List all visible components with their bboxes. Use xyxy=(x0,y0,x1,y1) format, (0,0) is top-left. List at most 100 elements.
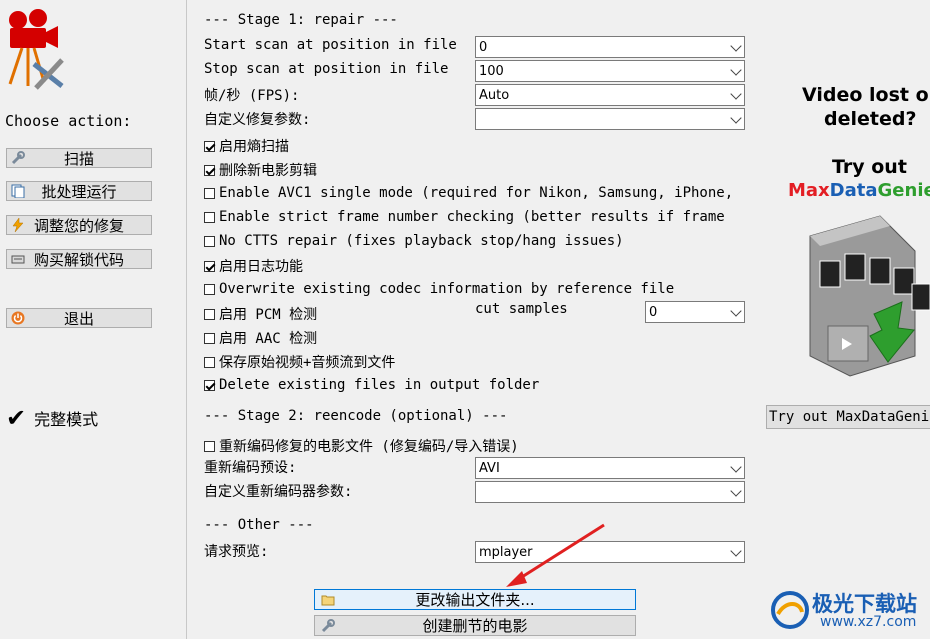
custom-repair-params-label: 自定义修复参数: xyxy=(204,112,311,128)
option-delete-new-clips[interactable]: 删除新电影剪辑 xyxy=(204,160,317,180)
cut-samples-select[interactable]: 0 xyxy=(645,301,745,323)
wrench-icon xyxy=(11,151,25,165)
change-output-folder-label: 更改输出文件夹... xyxy=(415,591,535,609)
power-icon xyxy=(11,311,25,325)
fps-label: 帧/秒 (FPS): xyxy=(204,88,300,104)
create-cut-movie-label: 创建删节的电影 xyxy=(422,617,528,635)
checkbox-icon[interactable] xyxy=(204,211,215,223)
option-overwrite-codec-info[interactable]: Overwrite existing codec information by … xyxy=(204,281,674,297)
chevron-down-icon xyxy=(730,64,742,76)
watermark-url: www.xz7.com xyxy=(820,614,917,630)
option-label: 启用 PCM 检测 xyxy=(219,307,318,323)
stop-scan-select[interactable]: 100 xyxy=(475,60,745,82)
try-maxdatagenie-label: Try out MaxDataGenie xyxy=(769,409,930,425)
site-watermark: 极光下载站 www.xz7.com xyxy=(766,586,930,636)
option-pcm-detection[interactable]: 启用 PCM 检测 xyxy=(204,304,317,324)
chevron-down-icon xyxy=(730,545,742,557)
ad-try-out: Try out xyxy=(832,156,907,178)
custom-reencoder-params-select[interactable] xyxy=(475,481,745,503)
stop-scan-label: Stop scan at position in file xyxy=(204,61,449,77)
checkmark-icon: ✔ xyxy=(6,404,27,432)
scan-button-label: 扫描 xyxy=(63,149,94,168)
option-label: 启用 AAC 检测 xyxy=(219,331,318,347)
camera-tools-logo-icon xyxy=(8,9,64,90)
option-label: 启用熵扫描 xyxy=(219,139,289,155)
try-maxdatagenie-button[interactable]: Try out MaxDataGenie xyxy=(766,405,930,429)
stop-scan-value: 100 xyxy=(479,63,504,79)
change-output-folder-button[interactable]: 更改输出文件夹... xyxy=(314,589,636,610)
option-label: No CTTS repair (fixes playback stop/hang… xyxy=(219,233,624,249)
preview-label: 请求预览: xyxy=(204,544,269,560)
create-cut-movie-button[interactable]: 创建删节的电影 xyxy=(314,615,636,636)
reencode-preset-select[interactable]: AVI xyxy=(475,457,745,479)
fps-select[interactable]: Auto xyxy=(475,84,745,106)
option-label: 重新编码修复的电影文件 (修复编码/导入错误) xyxy=(219,439,519,455)
option-aac-detection[interactable]: 启用 AAC 检测 xyxy=(204,328,317,348)
option-entropy-scan[interactable]: 启用熵扫描 xyxy=(204,136,289,156)
option-label: 保存原始视频+音频流到文件 xyxy=(219,355,396,371)
checkbox-icon[interactable] xyxy=(204,260,215,272)
checkbox-icon[interactable] xyxy=(204,140,215,152)
chevron-down-icon xyxy=(730,485,742,497)
option-label: 删除新电影剪辑 xyxy=(219,163,317,179)
option-no-ctts-repair[interactable]: No CTTS repair (fixes playback stop/hang… xyxy=(204,233,624,249)
checkbox-icon[interactable] xyxy=(204,308,215,320)
option-label: Enable strict frame number checking (bet… xyxy=(219,209,725,225)
batch-run-button[interactable]: 批处理运行 xyxy=(6,181,152,201)
chevron-down-icon xyxy=(730,461,742,473)
checkbox-icon[interactable] xyxy=(204,356,215,368)
buy-unlock-code-button-label: 购买解锁代码 xyxy=(33,250,124,269)
documents-icon xyxy=(11,184,25,198)
ad-headline-line1: Video lost or xyxy=(802,84,930,106)
full-mode-indicator[interactable]: ✔ 完整模式 xyxy=(6,406,98,430)
custom-reencoder-params-label: 自定义重新编码器参数: xyxy=(204,484,353,500)
cut-samples-label: cut samples xyxy=(475,301,568,317)
option-label: Delete existing files in output folder xyxy=(219,377,540,393)
wrench-icon xyxy=(321,619,335,633)
checkbox-icon[interactable] xyxy=(204,235,215,247)
other-header: --- Other --- xyxy=(204,517,314,533)
option-reencode[interactable]: 重新编码修复的电影文件 (修复编码/导入错误) xyxy=(204,436,519,456)
cut-samples-value: 0 xyxy=(649,304,658,320)
checkbox-icon[interactable] xyxy=(204,283,215,295)
reencode-preset-label: 重新编码预设: xyxy=(204,460,297,476)
option-label: Enable AVC1 single mode (required for Ni… xyxy=(219,185,734,201)
exit-button[interactable]: 退出 xyxy=(6,308,152,328)
checkbox-icon[interactable] xyxy=(204,379,215,391)
option-save-original-streams[interactable]: 保存原始视频+音频流到文件 xyxy=(204,352,395,372)
checkbox-icon[interactable] xyxy=(204,187,215,199)
checkbox-icon[interactable] xyxy=(204,332,215,344)
keyboard-icon xyxy=(11,255,25,264)
maxdatagenie-ad[interactable]: Video lost or deleted? Try out MaxDataGe… xyxy=(766,80,930,400)
chevron-down-icon xyxy=(730,305,742,317)
adjust-repair-button-label: 调整您的修复 xyxy=(33,216,124,235)
chevron-down-icon xyxy=(730,88,742,100)
start-scan-value: 0 xyxy=(479,39,488,55)
chevron-down-icon xyxy=(730,112,742,124)
swirl-logo-icon xyxy=(771,591,809,629)
start-scan-select[interactable]: 0 xyxy=(475,36,745,58)
panel-divider xyxy=(186,0,187,639)
option-label: 启用日志功能 xyxy=(219,259,303,275)
scan-button[interactable]: 扫描 xyxy=(6,148,152,168)
batch-run-button-label: 批处理运行 xyxy=(41,182,117,201)
adjust-repair-button[interactable]: 调整您的修复 xyxy=(6,215,152,235)
option-strict-frame-number[interactable]: Enable strict frame number checking (bet… xyxy=(204,209,725,225)
option-delete-existing-files[interactable]: Delete existing files in output folder xyxy=(204,377,539,393)
stage1-header: --- Stage 1: repair --- xyxy=(204,12,398,28)
buy-unlock-code-button[interactable]: 购买解锁代码 xyxy=(6,249,152,269)
checkbox-icon[interactable] xyxy=(204,164,215,176)
checkbox-icon[interactable] xyxy=(204,440,215,452)
custom-repair-params-select[interactable] xyxy=(475,108,745,130)
lightning-icon xyxy=(12,218,24,232)
ad-brand-name: MaxDataGenie xyxy=(788,180,930,201)
recovery-card-film-icon xyxy=(809,215,930,377)
option-enable-logging[interactable]: 启用日志功能 xyxy=(204,256,303,276)
folder-icon xyxy=(321,595,335,606)
chevron-down-icon xyxy=(730,40,742,52)
option-avc1-single-mode[interactable]: Enable AVC1 single mode (required for Ni… xyxy=(204,185,733,201)
ad-headline-line2: deleted? xyxy=(824,108,917,130)
annotation-arrow-icon xyxy=(506,523,605,587)
stage2-header: --- Stage 2: reencode (optional) --- xyxy=(204,408,508,424)
reencode-preset-value: AVI xyxy=(479,460,500,476)
